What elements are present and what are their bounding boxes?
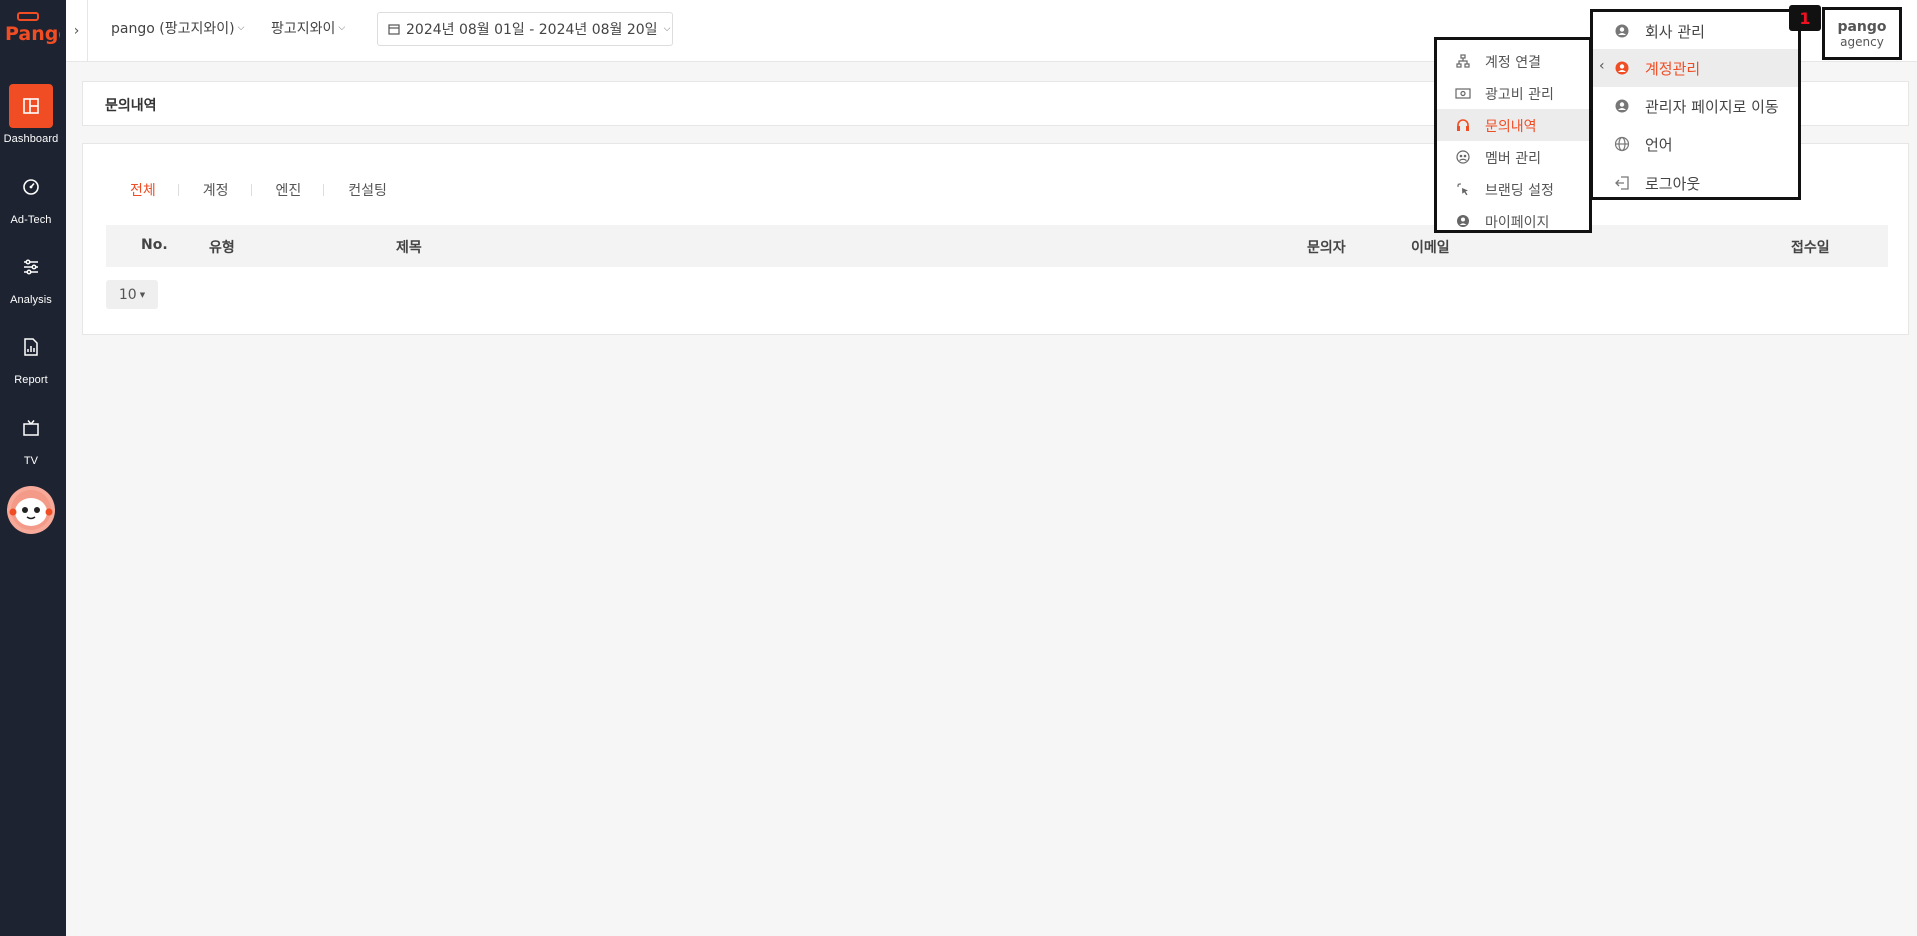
profile-dropdown-menu: 회사 관리 ‹ 계정관리 관리자 페이지로 이동 언어 로그아웃 bbox=[1590, 9, 1801, 200]
submenu-item-branding[interactable]: 브랜딩 설정 bbox=[1437, 173, 1589, 205]
report-icon bbox=[9, 325, 53, 369]
menu-item-go-to-admin[interactable]: 관리자 페이지로 이동 bbox=[1593, 87, 1798, 125]
page-size-value: 10 bbox=[118, 286, 137, 303]
headset-icon bbox=[1455, 117, 1471, 133]
chevron-down-icon: ⌵ bbox=[237, 23, 245, 33]
submenu-item-ad-spend[interactable]: 광고비 관리 bbox=[1437, 77, 1589, 109]
sidebar-label: Analysis bbox=[10, 294, 52, 306]
menu-item-logout[interactable]: 로그아웃 bbox=[1593, 164, 1798, 202]
sidebar-label: TV bbox=[23, 455, 39, 467]
caret-down-icon: ▼ bbox=[139, 290, 146, 299]
submenu-label: 마이페이지 bbox=[1485, 215, 1550, 231]
pango-logo[interactable]: Pango bbox=[4, 10, 60, 46]
chevron-down-icon: ⌵ bbox=[338, 23, 346, 33]
sidebar-item-ad-tech[interactable]: Ad-Tech bbox=[0, 165, 62, 226]
profile-name: pango bbox=[1837, 18, 1887, 35]
submenu-label: 광고비 관리 bbox=[1485, 87, 1554, 103]
tab-divider bbox=[177, 184, 179, 196]
column-header-type[interactable]: 유형 bbox=[209, 237, 235, 257]
chevron-down-icon: ⌵ bbox=[663, 24, 671, 34]
submenu-label: 브랜딩 설정 bbox=[1485, 183, 1554, 199]
sitemap-icon bbox=[1455, 53, 1471, 69]
sidebar-item-report[interactable]: Report bbox=[0, 325, 62, 386]
date-range-value: 2024년 08월 01일 - 2024년 08월 20일 bbox=[406, 22, 658, 38]
calendar-icon bbox=[388, 24, 400, 35]
gauge-icon bbox=[9, 165, 53, 209]
sidebar-item-tv[interactable]: TV bbox=[0, 406, 62, 467]
account-submenu: 계정 연결 광고비 관리 문의내역 멤버 관리 브랜딩 설정 마이페이지 bbox=[1434, 37, 1592, 233]
column-header-title[interactable]: 제목 bbox=[396, 237, 422, 257]
pointer-click-icon bbox=[1455, 181, 1471, 197]
menu-label: 계정관리 bbox=[1645, 60, 1701, 78]
tab-account[interactable]: 계정 bbox=[203, 180, 251, 200]
category-tabs: 전체 계정 엔진 컨설팅 bbox=[130, 180, 409, 200]
tab-engine[interactable]: 엔진 bbox=[276, 180, 324, 200]
logout-icon bbox=[1613, 174, 1631, 192]
page-title: 문의내역 bbox=[105, 98, 157, 114]
menu-label: 회사 관리 bbox=[1645, 23, 1705, 41]
submenu-label: 문의내역 bbox=[1485, 119, 1537, 135]
page-size-select[interactable]: 10 ▼ bbox=[106, 280, 158, 309]
company-select-value: pango (팡고지와이) bbox=[111, 21, 235, 37]
submenu-item-members[interactable]: 멤버 관리 bbox=[1437, 141, 1589, 173]
column-header-email[interactable]: 이메일 bbox=[1411, 237, 1450, 257]
submenu-item-my-page[interactable]: 마이페이지 bbox=[1437, 205, 1589, 237]
chevron-right-icon[interactable]: › bbox=[66, 0, 88, 62]
menu-item-language[interactable]: 언어 bbox=[1593, 125, 1798, 163]
user-circle-icon bbox=[1455, 213, 1471, 229]
globe-icon bbox=[1613, 135, 1631, 153]
user-gear-icon bbox=[1613, 22, 1631, 40]
submenu-label: 멤버 관리 bbox=[1485, 151, 1541, 167]
dashboard-icon bbox=[9, 84, 53, 128]
tab-divider bbox=[250, 184, 252, 196]
money-icon bbox=[1455, 85, 1471, 101]
table-header: No. 유형 제목 문의자 이메일 접수일 bbox=[106, 225, 1888, 267]
brand-select[interactable]: 팡고지와이 ⌵ bbox=[271, 18, 345, 38]
submenu-item-inquiries[interactable]: 문의내역 bbox=[1437, 109, 1589, 141]
profile-button[interactable]: pango agency bbox=[1822, 7, 1902, 60]
mascot-avatar[interactable] bbox=[7, 486, 55, 534]
submenu-item-account-link[interactable]: 계정 연결 bbox=[1437, 45, 1589, 77]
sidebar-label: Dashboard bbox=[3, 133, 59, 145]
tv-icon bbox=[9, 406, 53, 450]
submenu-label: 계정 연결 bbox=[1485, 55, 1541, 71]
profile-role: agency bbox=[1840, 34, 1884, 49]
sidebar-label: Ad-Tech bbox=[10, 214, 52, 226]
sliders-icon bbox=[9, 245, 53, 289]
column-header-received-date[interactable]: 접수일 bbox=[1791, 237, 1830, 257]
tab-divider bbox=[323, 184, 325, 196]
tab-all[interactable]: 전체 bbox=[130, 180, 178, 200]
sidebar-item-analysis[interactable]: Analysis bbox=[0, 245, 62, 306]
column-header-inquirer[interactable]: 문의자 bbox=[1307, 237, 1346, 257]
sidebar-label: Report bbox=[14, 374, 48, 386]
menu-label: 로그아웃 bbox=[1645, 175, 1701, 193]
user-gear-icon bbox=[1613, 97, 1631, 115]
menu-item-account-management[interactable]: ‹ 계정관리 bbox=[1593, 49, 1798, 87]
sidebar: Pango Dashboard Ad-Tech Analysis Report … bbox=[0, 0, 66, 936]
date-range-picker[interactable]: 2024년 08월 01일 - 2024년 08월 20일 ⌵ bbox=[377, 12, 673, 46]
menu-label: 관리자 페이지로 이동 bbox=[1645, 98, 1779, 116]
chevron-left-icon: ‹ bbox=[1599, 58, 1605, 74]
members-icon bbox=[1455, 149, 1471, 165]
company-select[interactable]: pango (팡고지와이) ⌵ bbox=[111, 18, 244, 38]
brand-select-value: 팡고지와이 bbox=[271, 21, 336, 37]
menu-item-company-management[interactable]: 회사 관리 bbox=[1593, 12, 1798, 50]
sidebar-item-dashboard[interactable]: Dashboard bbox=[0, 84, 62, 145]
user-gear-icon bbox=[1613, 59, 1631, 77]
tab-consulting[interactable]: 컨설팅 bbox=[348, 180, 409, 200]
menu-label: 언어 bbox=[1645, 136, 1673, 154]
step-badge: 1 bbox=[1789, 5, 1821, 31]
svg-text:Pango: Pango bbox=[5, 23, 60, 45]
column-header-no[interactable]: No. bbox=[141, 237, 168, 253]
